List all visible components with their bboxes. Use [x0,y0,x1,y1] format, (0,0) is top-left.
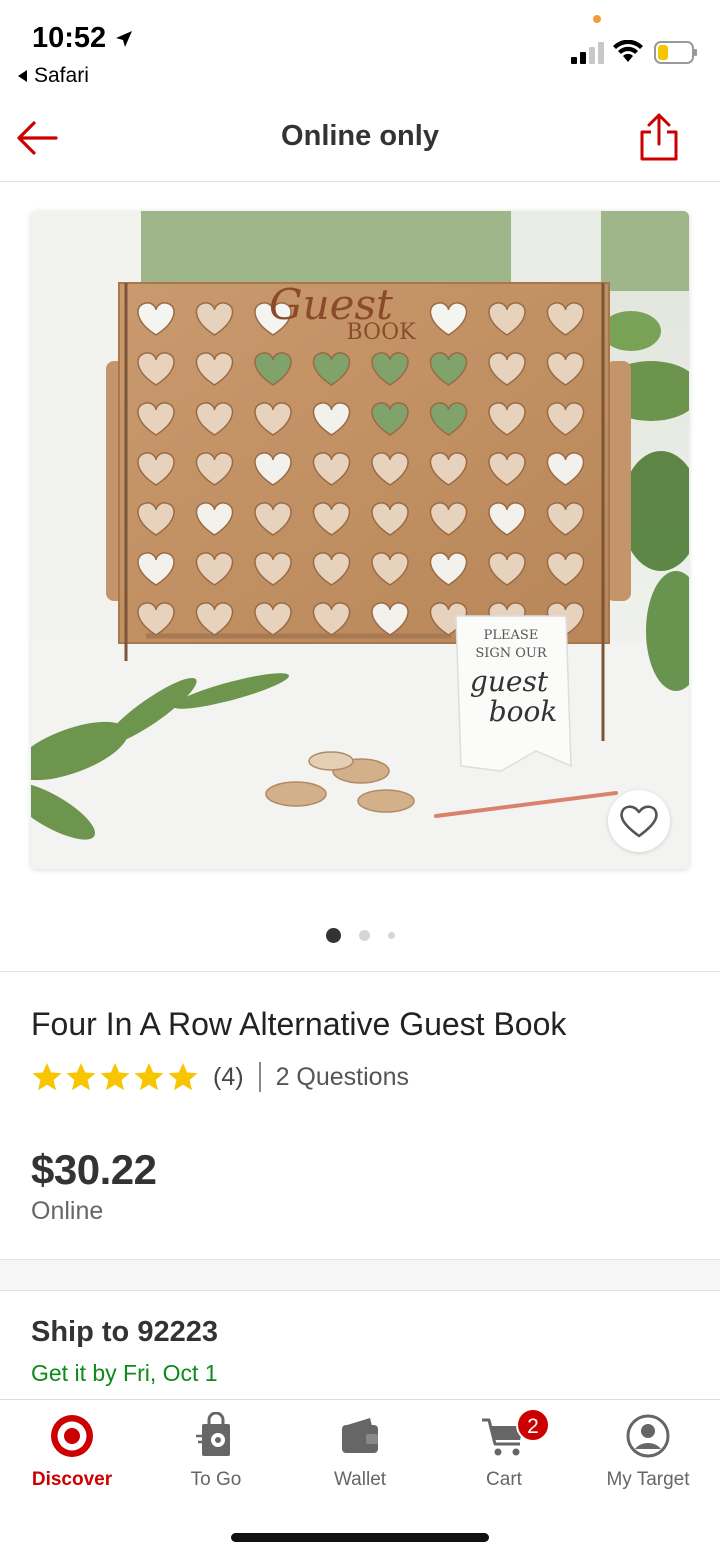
heart-outline-icon [620,805,658,838]
carousel-dot[interactable] [387,932,395,939]
home-indicator [231,1533,489,1542]
carousel-dot[interactable] [325,928,341,943]
questions-link[interactable]: 2 Questions [276,1063,409,1092]
product-price: $30.22 [31,1146,157,1193]
tab-wallet[interactable]: Wallet [288,1412,432,1491]
account-icon [626,1414,670,1458]
wallet-icon [342,1418,378,1453]
page-title: Online only [281,120,439,152]
star-icon [134,1063,164,1091]
tab-label: My Target [606,1469,690,1490]
page-header: Online only [0,100,720,182]
favorite-button[interactable] [608,790,670,852]
section-spacer [0,1259,720,1291]
divider [0,971,720,972]
back-triangle-icon [18,70,27,82]
shopping-bag-icon [196,1412,230,1456]
star-icon [66,1063,96,1091]
status-time: 10:52 [32,22,134,55]
target-logo-icon [51,1415,93,1457]
back-app-label: Safari [34,64,89,87]
tab-discover[interactable]: Discover [0,1412,144,1491]
rating-separator [258,1062,261,1092]
svg-text:PLEASE: PLEASE [484,628,539,643]
sign-card: PLEASE SIGN OUR guest book [455,615,572,772]
ship-to-zip[interactable]: Ship to 92223 [31,1316,218,1349]
rating-row[interactable]: (4) 2 Questions [31,1060,409,1094]
svg-text:book: book [489,695,558,728]
star-icon [32,1063,62,1091]
cellular-signal-icon [571,42,604,64]
cart-count-badge: 2 [516,1408,550,1442]
back-to-safari[interactable]: Safari [16,64,89,88]
tab-label: Cart [486,1469,522,1490]
star-icon [168,1063,198,1091]
status-bar: 10:52 Safari [0,0,720,100]
tab-label: Discover [31,1469,113,1490]
time-text: 10:52 [32,22,107,54]
location-arrow-icon [116,30,133,47]
battery-icon [654,41,697,64]
carousel-indicator[interactable] [0,928,720,943]
tab-label: To Go [190,1469,242,1490]
carousel-dot[interactable] [358,930,370,941]
tab-label: Wallet [333,1469,387,1490]
tab-my-target[interactable]: My Target [576,1412,720,1491]
privacy-indicator-dot [593,15,601,23]
star-icon [100,1063,130,1091]
star-rating [31,1061,199,1093]
svg-text:SIGN OUR: SIGN OUR [475,646,548,661]
delivery-date: Get it by Fri, Oct 1 [31,1360,218,1386]
product-title: Four In A Row Alternative Guest Book [31,1006,567,1042]
board-title-book: BOOK [346,320,416,345]
tab-cart[interactable]: 2 Cart [432,1408,576,1491]
svg-text:guest: guest [470,665,549,698]
tab-to-go[interactable]: To Go [144,1412,288,1491]
review-count[interactable]: (4) [213,1063,244,1092]
price-availability: Online [31,1197,104,1225]
wifi-icon [613,40,643,62]
share-icon[interactable] [636,112,682,162]
product-image[interactable]: Guest BOOK PLEASE SIGN OUR guest book [31,211,689,869]
